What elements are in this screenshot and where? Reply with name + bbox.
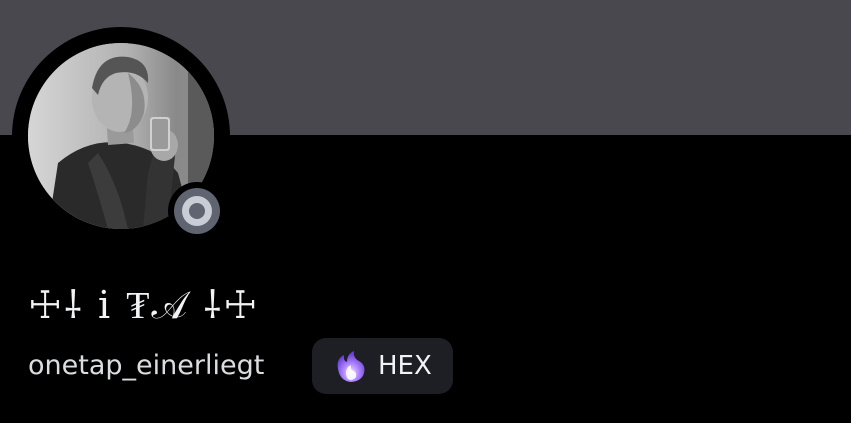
username: onetap_einerliegt	[28, 350, 265, 381]
server-tag-label: HEX	[378, 351, 432, 381]
server-tag-badge[interactable]: HEX	[312, 338, 453, 394]
status-indicator-center	[189, 203, 205, 219]
purple-flame-icon	[337, 351, 365, 382]
status-indicator	[174, 188, 220, 234]
display-name: ☩⸸ i ₮𝒜 ⸸☩	[28, 283, 260, 327]
